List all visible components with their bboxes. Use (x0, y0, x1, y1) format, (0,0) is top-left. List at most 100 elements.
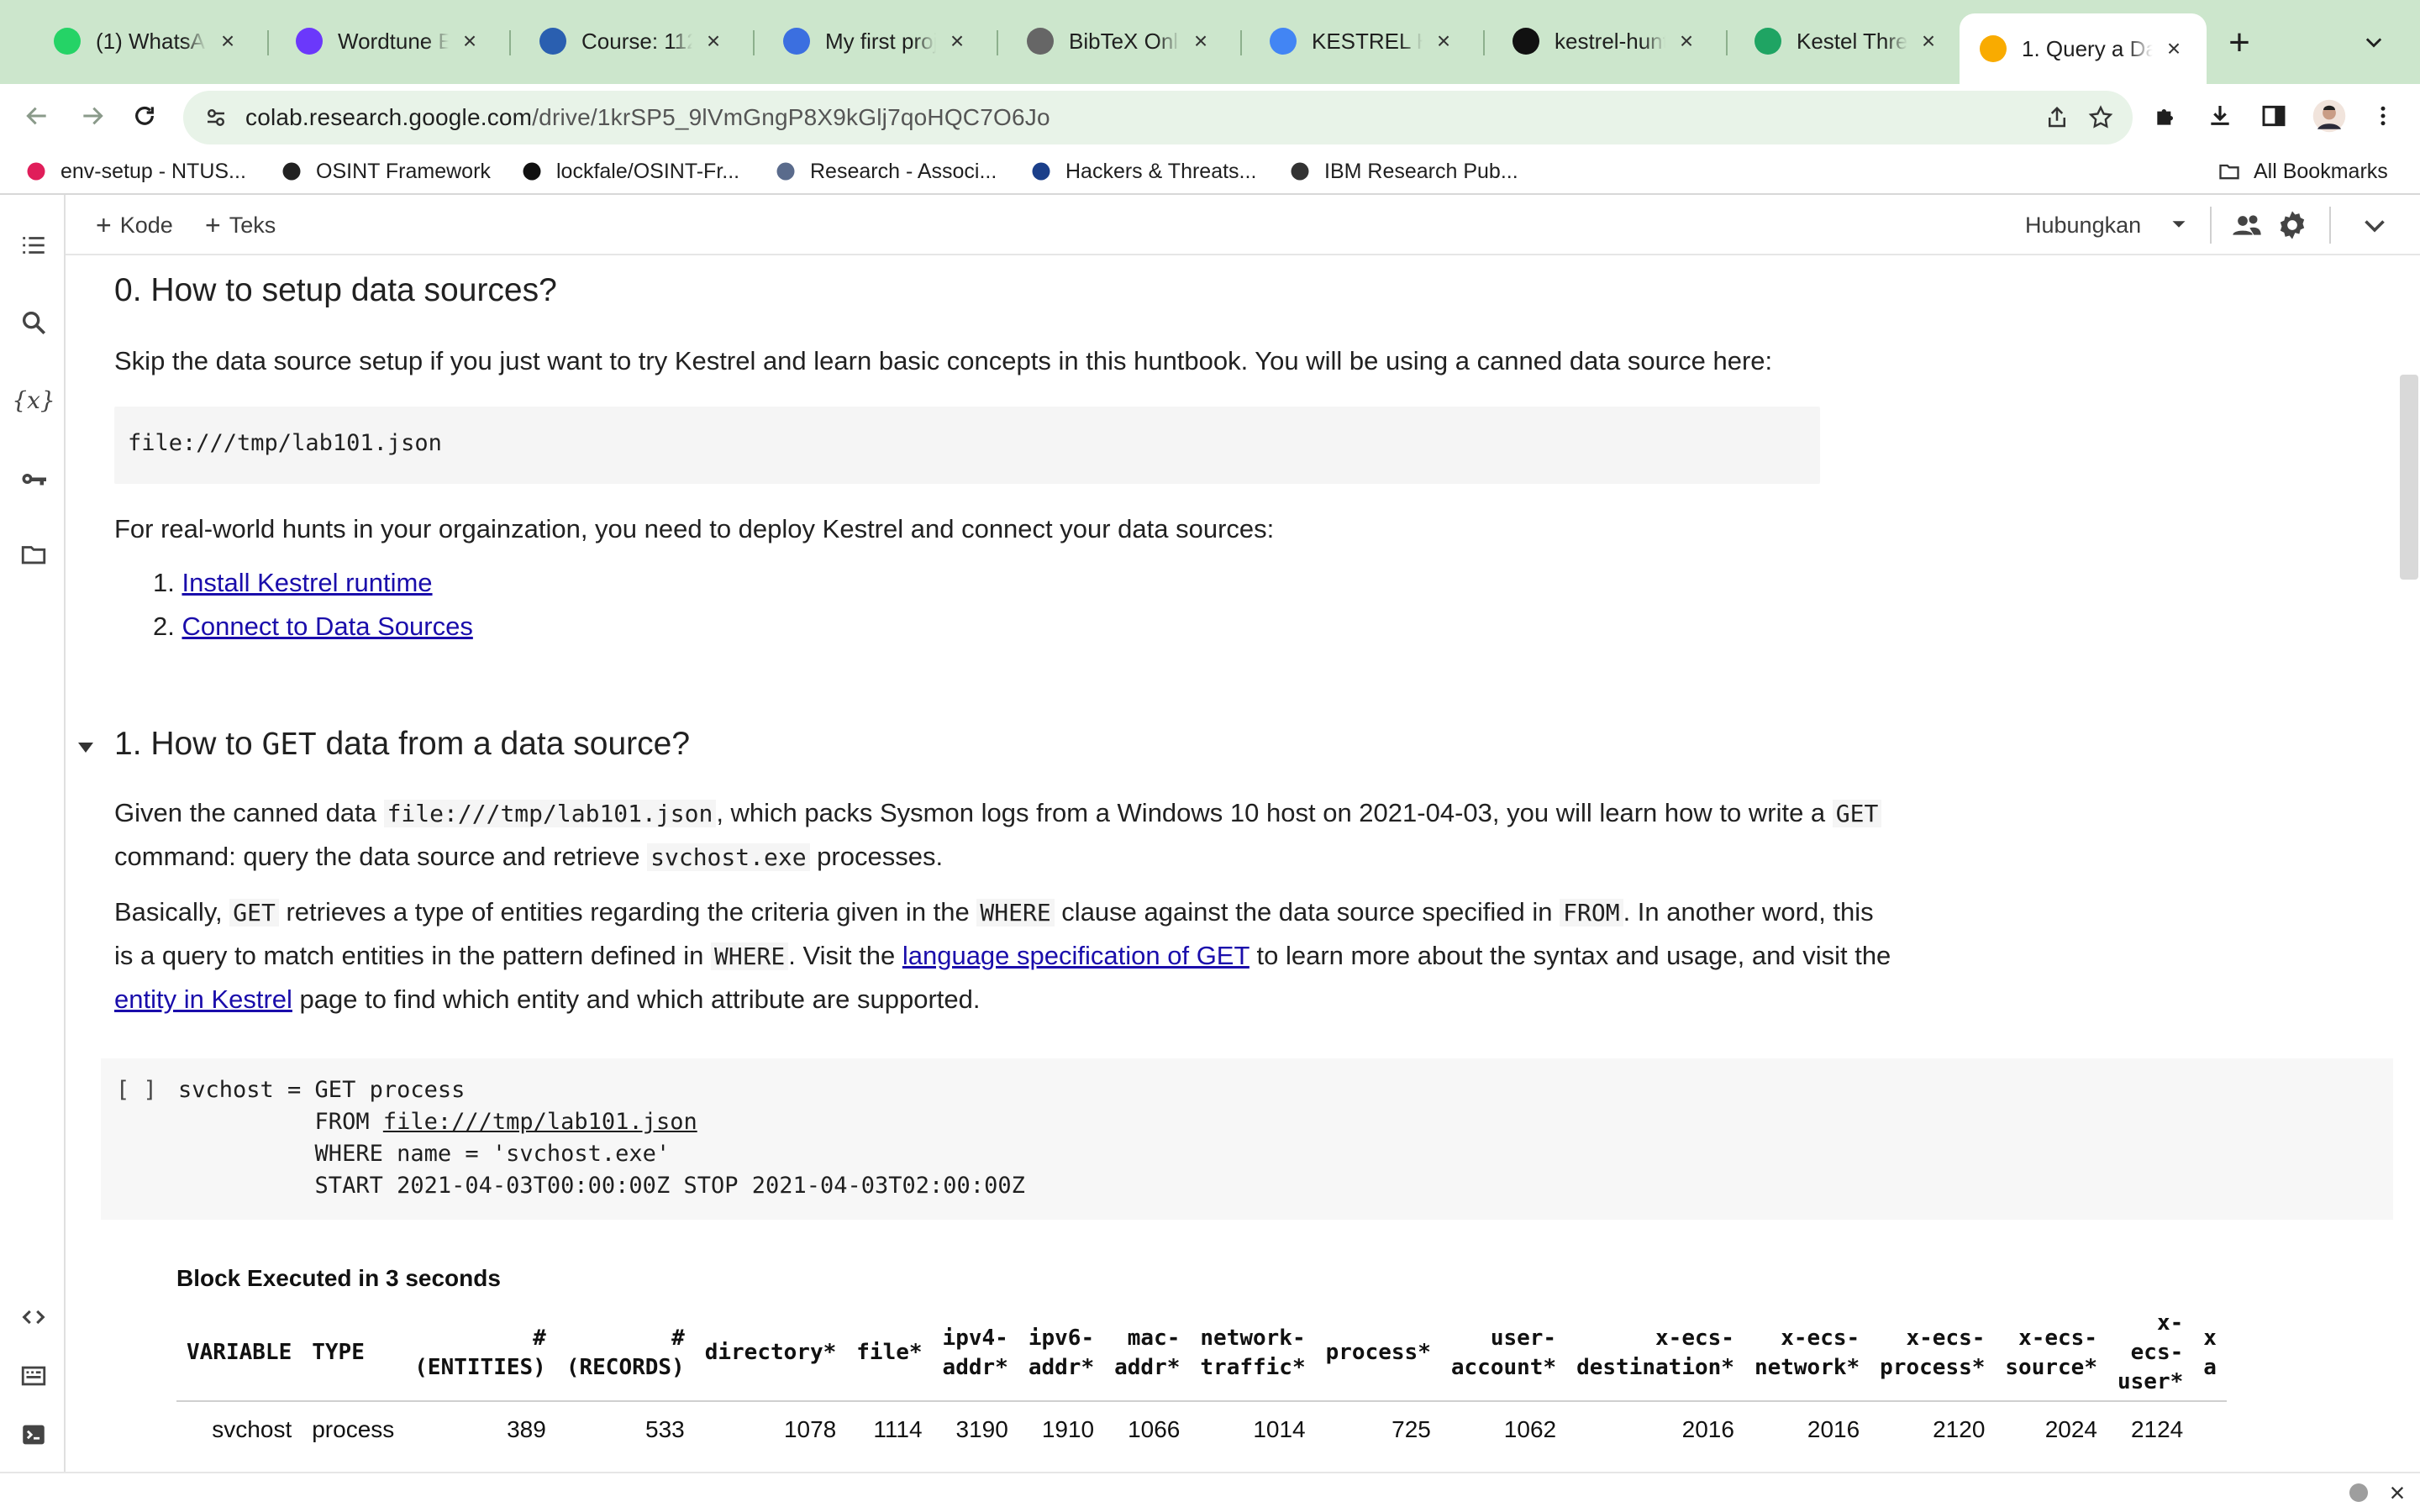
puzzle-icon (2157, 109, 2173, 125)
caret-down-icon[interactable] (2166, 212, 2191, 237)
bookmark-item[interactable]: Research - Associ... (773, 156, 997, 186)
close-icon[interactable]: × (2383, 1478, 2412, 1507)
tab-title: kestrel-huntb (1555, 28, 1665, 54)
table-cell: process (312, 1415, 395, 1442)
tab-3[interactable]: Course: 112.1 × (519, 13, 746, 69)
tab-search-button[interactable] (2353, 22, 2395, 64)
header-line: # (533, 1325, 546, 1351)
column-header: ipv6- addr* (1018, 1305, 1105, 1402)
header-line: x-ecs- (1781, 1325, 1860, 1351)
tab-title: BibTeX Online (1069, 28, 1180, 54)
tab-5[interactable]: BibTeX Online × (1007, 13, 1234, 69)
secrets-key-icon[interactable] (17, 462, 50, 496)
files-folder-icon[interactable] (17, 538, 50, 571)
table-of-contents-icon[interactable] (17, 228, 50, 262)
terminal-icon[interactable] (17, 1418, 50, 1452)
close-tab-icon[interactable]: × (1431, 28, 1456, 54)
run-cell-button[interactable]: [ ] (116, 1077, 157, 1103)
forward-button[interactable] (71, 94, 114, 138)
code-file-link[interactable]: file:///tmp/lab101.json (383, 1109, 697, 1135)
add-text-button[interactable]: + Teks (205, 207, 276, 244)
table-cell: 1062 (1503, 1415, 1557, 1442)
language-spec-get-link[interactable]: language specification of GET (902, 941, 1249, 970)
search-icon[interactable] (17, 306, 50, 339)
tab-2[interactable]: Wordtune Edi × (276, 13, 502, 69)
header-line: (RECORDS) (566, 1354, 685, 1380)
close-tab-icon[interactable]: × (1188, 28, 1213, 54)
bookmark-item[interactable]: Hackers & Threats... (1028, 156, 1256, 186)
variables-icon[interactable]: {x} (12, 383, 55, 417)
header-line: file* (856, 1340, 923, 1365)
column-header: x-ecs-process* (1870, 1305, 1996, 1402)
all-bookmarks-button[interactable]: All Bookmarks (2217, 156, 2388, 186)
entity-in-kestrel-link[interactable]: entity in Kestrel (114, 984, 292, 1014)
code-cell[interactable]: [ ] svchost = GET process FROM file:///t… (101, 1058, 2393, 1220)
header-line: x-ecs- (1906, 1325, 1986, 1351)
chevron-down-icon (2365, 38, 2382, 48)
reload-button[interactable] (123, 94, 166, 138)
close-tab-icon[interactable]: × (1674, 28, 1699, 54)
colab-status-bar: × (0, 1472, 2420, 1512)
section-0-realworld-text: For real-world hunts in your orgainzatio… (114, 514, 1275, 543)
table-cell: 1910 (1041, 1415, 1095, 1442)
connect-button[interactable]: Hubungkan (2025, 207, 2141, 244)
bookmark-star-icon[interactable] (2086, 102, 2116, 133)
tab-title: 1. Query a Da (2022, 35, 2153, 61)
close-tab-icon[interactable]: × (1916, 28, 1941, 54)
tab-title: (1) WhatsApp (96, 28, 207, 54)
google-drive-icon (1754, 28, 1781, 55)
header-line: x- (2156, 1310, 2184, 1336)
close-tab-icon[interactable]: × (2161, 35, 2186, 61)
downloads-button[interactable] (2198, 94, 2242, 138)
close-tab-icon[interactable]: × (701, 28, 726, 54)
add-code-button[interactable]: + Kode (96, 207, 173, 244)
tab-8[interactable]: Kestel Threat × (1734, 13, 1961, 69)
plus-icon: + (96, 209, 112, 240)
notebook-content: 0. How to setup data sources? Skip the d… (67, 255, 2403, 1472)
share-people-icon[interactable] (2230, 208, 2267, 242)
back-button[interactable] (15, 94, 59, 138)
column-header: x-ecs-network* (1744, 1305, 1870, 1402)
install-kestrel-runtime-link[interactable]: Install Kestrel runtime (182, 568, 432, 597)
browser-menu-button[interactable] (2361, 94, 2405, 138)
collapse-header-icon[interactable] (2360, 210, 2393, 244)
share-icon[interactable] (2042, 102, 2072, 133)
reload-icon (135, 106, 154, 125)
tab-4[interactable]: My first proje × (763, 13, 990, 69)
section-1-paragraph-1: Given the canned data file:///tmp/lab101… (114, 791, 1896, 879)
address-bar[interactable]: colab.research.google.com/drive/1krSP5_9… (183, 91, 2133, 144)
vertical-scrollbar[interactable] (2400, 375, 2418, 580)
settings-gear-icon[interactable] (2275, 208, 2312, 242)
bookmarks-bar: env-setup - NTUS... OSINT Framework lockfa… (0, 148, 2420, 195)
close-tab-icon[interactable]: × (457, 28, 482, 54)
column-header: directory* (694, 1305, 847, 1402)
profile-avatar[interactable] (2307, 94, 2351, 138)
kebab-menu-icon (2381, 106, 2386, 126)
close-tab-icon[interactable]: × (944, 28, 970, 54)
close-tab-icon[interactable]: × (215, 28, 240, 54)
tab-9[interactable]: 1. Query a Da × (1960, 13, 2207, 84)
toolbar-divider (2210, 207, 2212, 244)
table-cell: 2124 (2130, 1415, 2184, 1442)
extensions-button[interactable] (2144, 94, 2188, 138)
command-palette-icon[interactable] (17, 1359, 50, 1393)
new-tab-button[interactable]: + (2218, 22, 2260, 64)
tab-6[interactable]: KESTREL HU × (1249, 13, 1476, 69)
bookmark-item[interactable]: env-setup - NTUS... (24, 156, 246, 186)
bookmark-item[interactable]: lockfale/OSINT-Fr... (519, 156, 739, 186)
side-panel-button[interactable] (2252, 94, 2296, 138)
bookmark-item[interactable]: OSINT Framework (279, 156, 491, 186)
section-collapse-caret-icon[interactable] (76, 738, 96, 758)
table-cell: 389 (507, 1415, 546, 1442)
site-info-icon[interactable] (203, 105, 229, 130)
tab-7[interactable]: kestrel-huntb × (1492, 13, 1719, 69)
list-item-connect: 2. Connect to Data Sources (153, 612, 473, 642)
status-dot (2349, 1483, 2368, 1502)
ibm-icon (1287, 159, 1313, 184)
code-snippets-icon[interactable] (17, 1300, 50, 1334)
bookmark-label: lockfale/OSINT-Fr... (556, 159, 740, 183)
bookmark-item[interactable]: IBM Research Pub... (1287, 156, 1518, 186)
connect-data-sources-link[interactable]: Connect to Data Sources (182, 612, 472, 641)
header-line: process* (1880, 1354, 1986, 1380)
tab-1[interactable]: (1) WhatsApp × (34, 13, 260, 69)
